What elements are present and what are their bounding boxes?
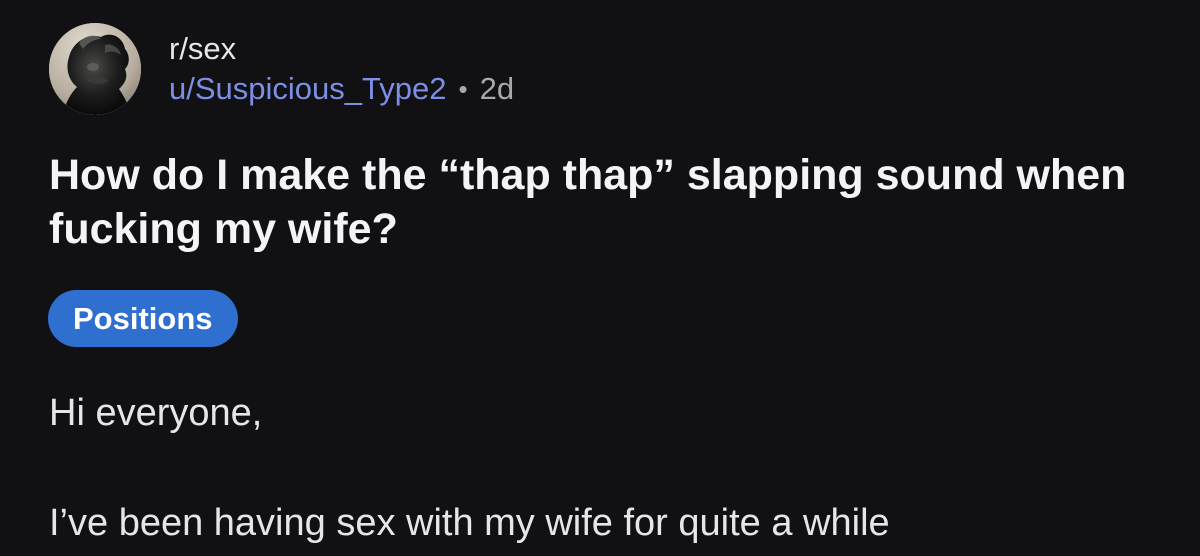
statue-avatar-icon xyxy=(49,23,141,115)
post-body-greeting: Hi everyone, xyxy=(49,392,263,434)
author-username[interactable]: u/Suspicious_Type2 xyxy=(169,70,446,108)
separator-dot: • xyxy=(458,74,468,104)
post-view: r/sex u/Suspicious_Type2 • 2d How do I m… xyxy=(0,0,1200,556)
post-age: 2d xyxy=(479,71,515,106)
byline: u/Suspicious_Type2 • 2d xyxy=(169,70,514,108)
subreddit-name[interactable]: r/sex xyxy=(169,30,514,68)
post-header: r/sex u/Suspicious_Type2 • 2d xyxy=(49,23,514,115)
post-body-line: I’ve been having sex with my wife for qu… xyxy=(49,502,890,544)
subreddit-avatar[interactable] xyxy=(49,23,141,115)
post-flair[interactable]: Positions xyxy=(48,290,238,347)
post-title: How do I make the “thap thap” slapping s… xyxy=(49,151,1127,253)
post-meta: r/sex u/Suspicious_Type2 • 2d xyxy=(169,30,514,108)
